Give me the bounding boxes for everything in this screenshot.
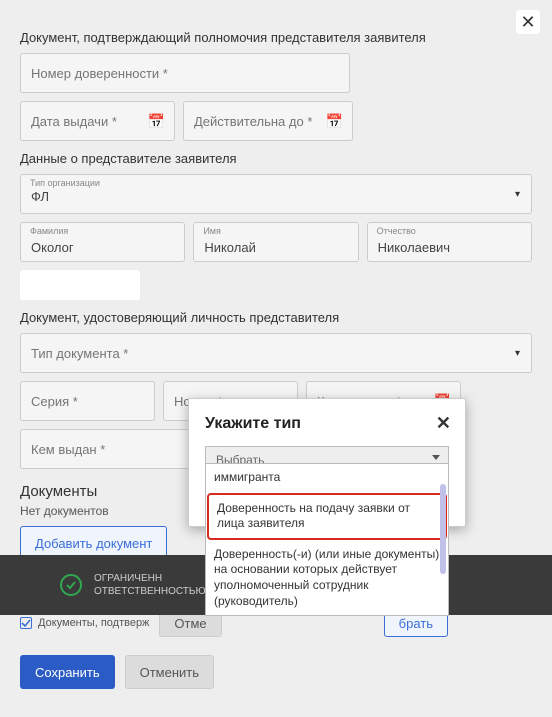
bg-text-2: ОТВЕТСТВЕННОСТЬЮ <box>94 585 206 598</box>
type-modal: Укажите тип ✕ Выбрать иммигранта Доверен… <box>188 398 466 527</box>
iddoc-section-title: Документ, удостоверяющий личность предст… <box>20 310 532 325</box>
dropdown-option-highlighted[interactable]: Доверенность на подачу заявки от лица за… <box>207 493 447 540</box>
rep-section-title: Данные о представителе заявителя <box>20 151 532 166</box>
modal-close-icon[interactable]: ✕ <box>436 413 451 434</box>
save-button[interactable]: Сохранить <box>20 655 115 689</box>
check-circle-icon <box>60 574 82 596</box>
poa-valid-until-input[interactable] <box>183 101 353 141</box>
scrollbar-thumb[interactable] <box>440 484 446 574</box>
checkbox-confirm-label: Документы, подтверж <box>38 617 149 629</box>
doc-type-select[interactable] <box>20 333 532 373</box>
surname-input[interactable] <box>20 222 185 262</box>
name-input[interactable] <box>193 222 358 262</box>
checkbox-confirm[interactable] <box>20 617 32 629</box>
cancel-button[interactable]: Отменить <box>125 655 214 689</box>
caret-down-icon <box>432 455 440 460</box>
org-type-select[interactable]: ФЛ <box>20 174 532 214</box>
dropdown-list: иммигранта Доверенность на подачу заявки… <box>205 463 449 616</box>
dropdown-option[interactable]: иммигранта <box>206 464 448 492</box>
patronymic-input[interactable] <box>367 222 532 262</box>
poa-issue-date-input[interactable] <box>20 101 175 141</box>
bg-text-1: ОГРАНИЧЕНН <box>94 572 206 585</box>
poa-section-title: Документ, подтверждающий полномочия пред… <box>20 30 532 45</box>
close-dialog-icon[interactable]: ✕ <box>516 10 540 34</box>
modal-title: Укажите тип <box>205 415 301 433</box>
poa-number-input[interactable] <box>20 53 350 93</box>
dropdown-option[interactable]: Доверенность(-и) (или иные документы) на… <box>206 541 448 615</box>
doc-series-input[interactable] <box>20 381 155 421</box>
